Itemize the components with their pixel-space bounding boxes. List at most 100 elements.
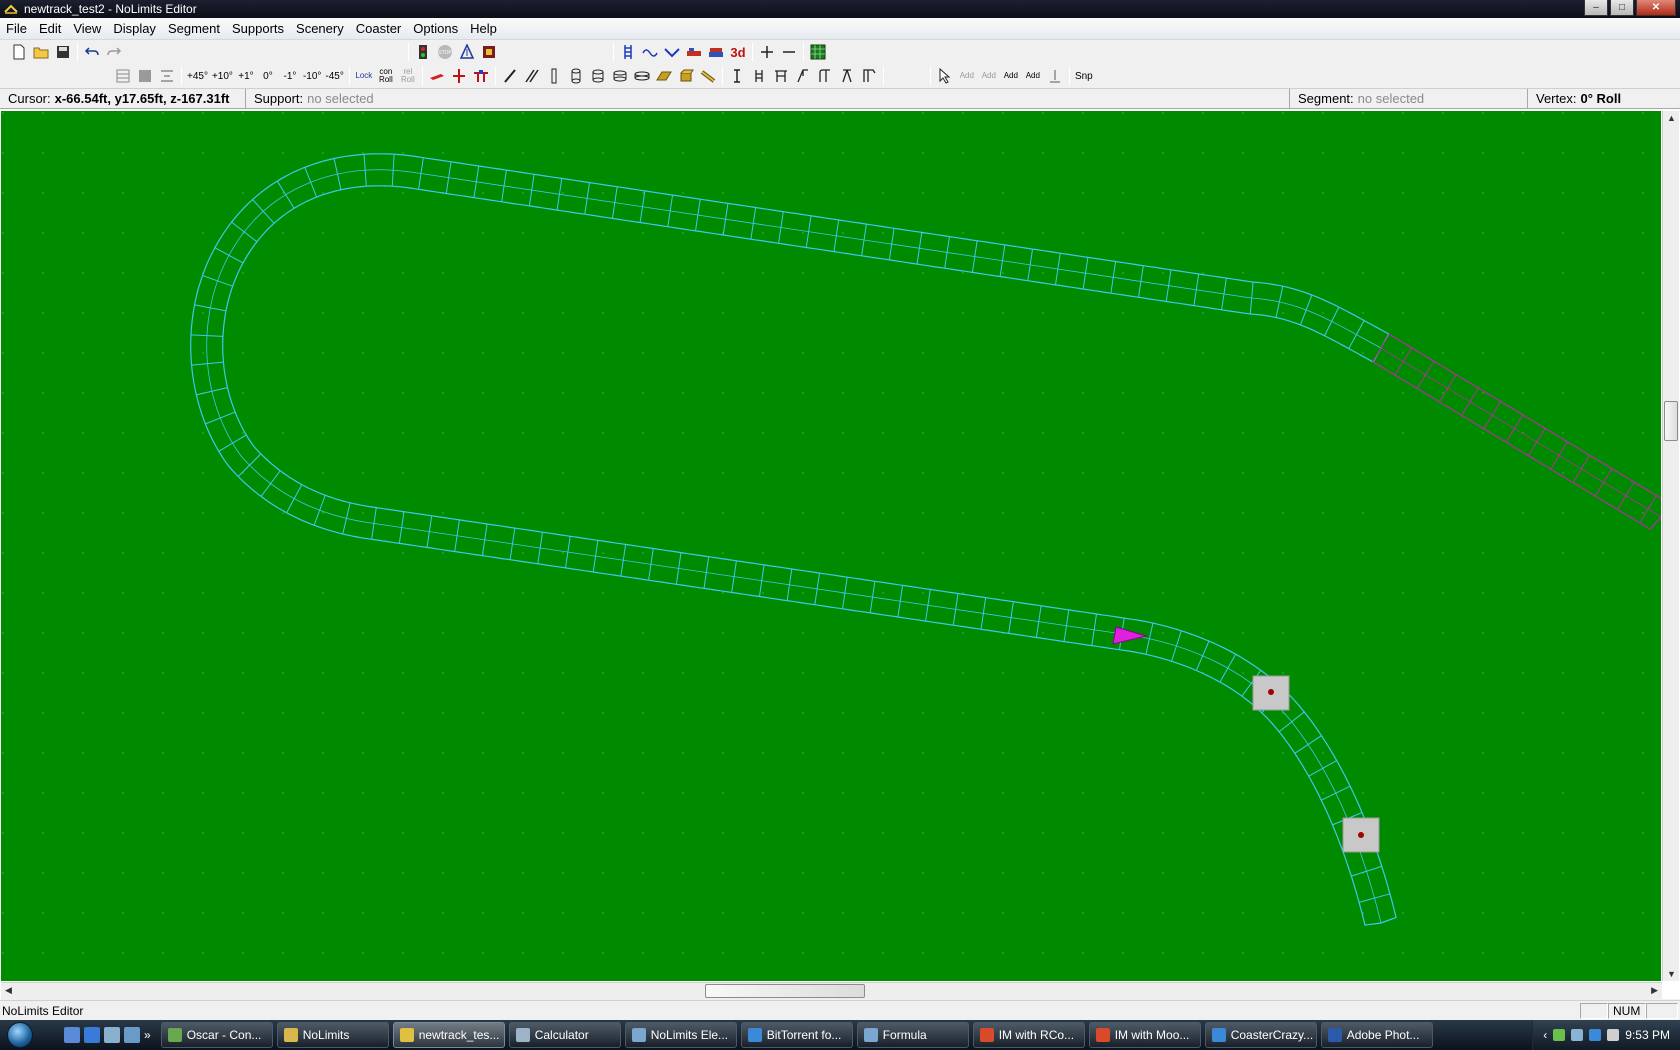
taskbar-button[interactable]: newtrack_tes... xyxy=(392,1022,505,1048)
taskbar-button[interactable]: Adobe Phot... xyxy=(1320,1022,1433,1048)
terrain-grid-icon[interactable] xyxy=(808,42,828,62)
tray-monitor-icon[interactable] xyxy=(1589,1029,1602,1041)
track-viewport[interactable] xyxy=(1,111,1661,981)
trigger-icon[interactable] xyxy=(457,42,477,62)
taskbar-button[interactable]: Oscar - Con... xyxy=(160,1022,273,1048)
internet-explorer-icon[interactable] xyxy=(84,1027,100,1043)
save-icon[interactable] xyxy=(53,42,73,62)
tray-clock[interactable]: 9:53 PM xyxy=(1625,1028,1670,1042)
add-node-button[interactable]: Add xyxy=(957,66,977,86)
spline-wave-icon[interactable] xyxy=(640,42,660,62)
column-icon[interactable] xyxy=(544,66,564,86)
add-free-node-button[interactable]: Add xyxy=(1001,66,1021,86)
switch-windows-icon[interactable] xyxy=(104,1027,120,1043)
menu-edit[interactable]: Edit xyxy=(33,21,67,36)
roll-plus45-button[interactable]: +45° xyxy=(186,66,209,86)
support-base-2[interactable] xyxy=(1342,817,1380,853)
support-base-1[interactable] xyxy=(1252,675,1290,711)
media-icon[interactable] xyxy=(124,1027,140,1043)
rail-tool-1-icon[interactable] xyxy=(500,66,520,86)
camera-icon[interactable] xyxy=(479,42,499,62)
vertical-scroll-thumb[interactable] xyxy=(1664,401,1678,441)
tray-messenger-icon[interactable] xyxy=(1553,1029,1566,1041)
taskbar-button[interactable]: IM with Moo... xyxy=(1088,1022,1201,1048)
select-arrow-icon[interactable] xyxy=(935,66,955,86)
add-connector-button[interactable]: Add xyxy=(979,66,999,86)
footer-box-icon[interactable] xyxy=(676,66,696,86)
menu-help[interactable]: Help xyxy=(464,21,503,36)
scroll-down-arrow[interactable]: ▼ xyxy=(1667,969,1676,979)
stop-icon[interactable]: STOP xyxy=(435,42,455,62)
table-view-icon[interactable] xyxy=(113,66,133,86)
cylinder-4-icon[interactable] xyxy=(632,66,652,86)
add-beam-button[interactable]: Add xyxy=(1023,66,1043,86)
vertical-scrollbar[interactable]: ▲ ▼ xyxy=(1662,111,1679,981)
track-canvas[interactable] xyxy=(1,111,1661,981)
cylinder-3-icon[interactable] xyxy=(610,66,630,86)
footer-plate-icon[interactable] xyxy=(654,66,674,86)
roll-plus1-button[interactable]: +1° xyxy=(236,66,256,86)
zoom-in-icon[interactable] xyxy=(757,42,777,62)
track-grid-icon[interactable] xyxy=(618,42,638,62)
station-icon[interactable] xyxy=(706,42,726,62)
undo-icon[interactable] xyxy=(82,42,102,62)
support-6-icon[interactable] xyxy=(837,66,857,86)
support-3-icon[interactable] xyxy=(771,66,791,86)
menu-options[interactable]: Options xyxy=(407,21,464,36)
menu-coaster[interactable]: Coaster xyxy=(350,21,408,36)
horizontal-scrollbar[interactable]: ◀ ▶ xyxy=(1,982,1662,999)
traffic-light-icon[interactable] xyxy=(413,42,433,62)
taskbar-button[interactable]: NoLimits Ele... xyxy=(624,1022,737,1048)
rail-tool-2-icon[interactable] xyxy=(522,66,542,86)
cylinder-2-icon[interactable] xyxy=(588,66,608,86)
menu-view[interactable]: View xyxy=(67,21,107,36)
redo-icon[interactable] xyxy=(104,42,124,62)
open-folder-icon[interactable] xyxy=(31,42,51,62)
menu-segment[interactable]: Segment xyxy=(162,21,226,36)
support-5-icon[interactable] xyxy=(815,66,835,86)
spline-down-icon[interactable] xyxy=(662,42,682,62)
scroll-up-arrow[interactable]: ▲ xyxy=(1667,113,1676,123)
train-icon[interactable] xyxy=(684,42,704,62)
new-file-icon[interactable] xyxy=(9,42,29,62)
maximize-button[interactable]: □ xyxy=(1610,0,1634,16)
taskbar-button[interactable]: CoasterCrazy... xyxy=(1204,1022,1317,1048)
taskbar-button[interactable]: NoLimits xyxy=(276,1022,389,1048)
fill-view-icon[interactable] xyxy=(135,66,155,86)
taskbar-button[interactable]: BitTorrent fo... xyxy=(740,1022,853,1048)
roll-minus1-button[interactable]: -1° xyxy=(280,66,300,86)
taskbar-button[interactable]: Calculator xyxy=(508,1022,621,1048)
menu-display[interactable]: Display xyxy=(107,21,162,36)
tray-network-icon[interactable] xyxy=(1571,1029,1584,1041)
roll-minus10-button[interactable]: -10° xyxy=(302,66,322,86)
show-desktop-icon[interactable] xyxy=(64,1027,80,1043)
taskbar-button[interactable]: Formula xyxy=(856,1022,969,1048)
split-segment-icon[interactable] xyxy=(449,66,469,86)
join-segment-icon[interactable] xyxy=(471,66,491,86)
quick-launch-overflow-icon[interactable]: » xyxy=(144,1028,151,1042)
menu-file[interactable]: File xyxy=(0,21,33,36)
roll-minus45-button[interactable]: -45° xyxy=(324,66,344,86)
support-4-icon[interactable] xyxy=(793,66,813,86)
tray-expand-icon[interactable]: ‹ xyxy=(1543,1028,1547,1042)
lock-roll-button[interactable]: Lock xyxy=(354,66,374,86)
roll-plus10-button[interactable]: +10° xyxy=(211,66,234,86)
close-button[interactable]: ✕ xyxy=(1636,0,1676,16)
view-3d-button[interactable]: 3d xyxy=(728,42,748,62)
scroll-right-arrow[interactable]: ▶ xyxy=(1651,985,1658,996)
menu-scenery[interactable]: Scenery xyxy=(290,21,350,36)
taskbar-button[interactable]: IM with RCo... xyxy=(972,1022,1085,1048)
menu-supports[interactable]: Supports xyxy=(226,21,290,36)
rel-roll-button[interactable]: rel Roll xyxy=(398,66,418,86)
track-piece-red-icon[interactable] xyxy=(427,66,447,86)
support-2-icon[interactable] xyxy=(749,66,769,86)
snap-button[interactable]: Snp xyxy=(1074,66,1094,86)
align-icon[interactable] xyxy=(157,66,177,86)
zoom-out-icon[interactable] xyxy=(779,42,799,62)
support-7-icon[interactable] xyxy=(859,66,879,86)
support-base-icon[interactable] xyxy=(1045,66,1065,86)
roll-zero-button[interactable]: 0° xyxy=(258,66,278,86)
support-1-icon[interactable] xyxy=(727,66,747,86)
beam-icon[interactable] xyxy=(698,66,718,86)
minimize-button[interactable]: – xyxy=(1584,0,1608,16)
